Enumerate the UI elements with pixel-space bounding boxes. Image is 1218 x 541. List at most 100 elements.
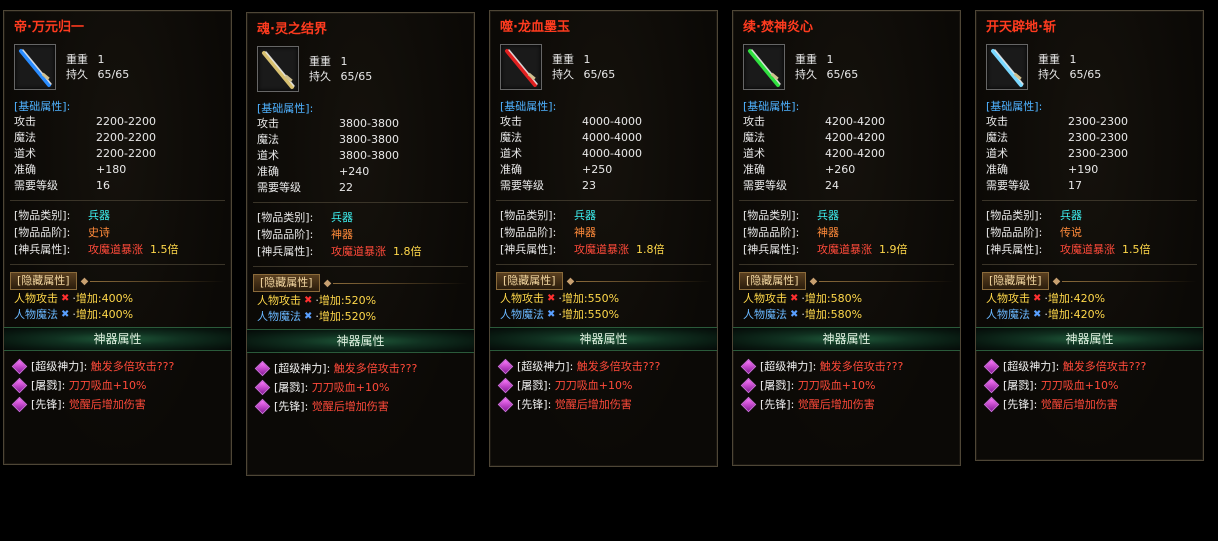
required-level-value: 23: [582, 179, 596, 192]
required-level-label: 需要等级: [986, 179, 1030, 192]
skill-name: [先锋]:: [31, 398, 66, 411]
magic-value: 2300-2300: [1068, 131, 1128, 144]
purple-gem-icon: [497, 396, 514, 413]
item-grade-value: 传说: [1060, 226, 1082, 239]
magic-label: 魔法: [257, 133, 279, 146]
purple-gem-icon: [497, 377, 514, 394]
purple-gem-icon: [11, 396, 28, 413]
attack-value: 3800-3800: [339, 117, 399, 130]
purple-gem-icon: [254, 398, 271, 415]
red-cross-icon: ✖: [304, 295, 313, 306]
item-grade-label: [物品品阶]:: [743, 226, 800, 239]
blue-cross-icon: ✖: [61, 309, 70, 320]
char-magic-label: 人物魔法: [14, 308, 58, 321]
item-icon-slot[interactable]: [14, 44, 56, 90]
item-icon-slot[interactable]: [743, 44, 785, 90]
golden-scythe-icon: [262, 51, 295, 89]
hidden-attributes-tag: [隐藏属性]: [496, 272, 563, 290]
ornament-line: [576, 280, 711, 282]
skill-desc: 触发多倍攻击???: [819, 360, 904, 373]
item-type-label: [物品类别]:: [986, 209, 1043, 222]
attack-label: 攻击: [986, 115, 1008, 128]
divine-attr-value: 攻魔道暴涨: [1060, 243, 1115, 256]
char-magic-label: 人物魔法: [743, 308, 787, 321]
purple-gem-icon: [740, 377, 757, 394]
hidden-attributes-tag: [隐藏属性]: [982, 272, 1049, 290]
blue-cross-icon: ✖: [304, 311, 313, 322]
skill-name: [屠戮]:: [517, 379, 552, 392]
required-level-label: 需要等级: [257, 181, 301, 194]
char-magic-increase: 550%: [587, 308, 620, 321]
item-icon-slot[interactable]: [257, 46, 299, 92]
blue-cross-icon: ✖: [547, 309, 556, 320]
attack-label: 攻击: [500, 115, 522, 128]
divider: [10, 264, 225, 265]
magic-label: 魔法: [500, 131, 522, 144]
required-level-value: 16: [96, 179, 110, 192]
tao-label: 道术: [743, 147, 765, 160]
ornament-icon: ◆: [809, 275, 818, 287]
blue-cross-icon: ✖: [790, 309, 799, 320]
divine-attr-label: [神兵属性]:: [257, 245, 314, 258]
skill-name: [超级神力]:: [760, 360, 817, 373]
skill-name: [超级神力]:: [31, 360, 88, 373]
magic-value: 4200-4200: [825, 131, 885, 144]
durability-label: 持久: [66, 68, 88, 81]
divine-attr-label: [神兵属性]:: [500, 243, 557, 256]
item-type-label: [物品类别]:: [257, 211, 314, 224]
skill-desc: 刀刀吸血+10%: [1040, 379, 1119, 392]
weight-value: 1: [826, 53, 834, 66]
skill-name: [先锋]:: [517, 398, 552, 411]
item-icon-slot[interactable]: [500, 44, 542, 90]
char-magic-increase: 520%: [344, 310, 377, 323]
attack-label: 攻击: [743, 115, 765, 128]
tao-value: 4200-4200: [825, 147, 885, 160]
durability-label: 持久: [552, 68, 574, 81]
base-attributes-header: [基础属性]:: [14, 100, 71, 113]
blue-cross-icon: ✖: [1033, 309, 1042, 320]
red-sword-icon: [505, 49, 538, 87]
skill-name: [超级神力]:: [517, 360, 574, 373]
ornament-icon: ◆: [566, 275, 575, 287]
accuracy-label: 准确: [743, 163, 765, 176]
tao-label: 道术: [986, 147, 1008, 160]
divine-attr-value: 攻魔道暴涨: [331, 245, 386, 258]
accuracy-label: 准确: [14, 163, 36, 176]
tao-label: 道术: [257, 149, 279, 162]
ornament-line: [1062, 280, 1197, 282]
divine-multiplier: 1.8倍: [636, 243, 665, 256]
item-grade-label: [物品品阶]:: [14, 226, 71, 239]
increase-label: 增加:: [561, 308, 588, 321]
divine-attr-value: 攻魔道暴涨: [574, 243, 629, 256]
char-magic-increase: 580%: [830, 308, 863, 321]
divine-attr-value: 攻魔道暴涨: [88, 243, 143, 256]
divine-multiplier: 1.8倍: [393, 245, 422, 258]
item-title: 帝·万元归一: [14, 20, 84, 35]
magic-value: 3800-3800: [339, 133, 399, 146]
skill-name: [屠戮]:: [760, 379, 795, 392]
skill-name: [屠戮]:: [1003, 379, 1038, 392]
char-attack-label: 人物攻击: [743, 292, 787, 305]
accuracy-label: 准确: [257, 165, 279, 178]
durability-value: 65/65: [1069, 68, 1102, 81]
divider: [982, 200, 1197, 201]
tao-value: 4000-4000: [582, 147, 642, 160]
weight-value: 1: [97, 53, 105, 66]
base-attributes-header: [基础属性]:: [743, 100, 800, 113]
magic-value: 2200-2200: [96, 131, 156, 144]
cyan-sword-icon: [991, 49, 1024, 87]
item-tooltip-card-3: 噬·龙血墨玉 重重 1 持久 65/65 [基础属性]: 攻击 4000-4000…: [489, 10, 718, 467]
purple-gem-icon: [983, 396, 1000, 413]
char-magic-label: 人物魔法: [986, 308, 1030, 321]
item-title: 魂·灵之结界: [257, 22, 327, 37]
item-icon-slot[interactable]: [986, 44, 1028, 90]
skill-desc: 触发多倍攻击???: [333, 362, 418, 375]
skill-desc: 觉醒后增加伤害: [311, 400, 389, 413]
purple-gem-icon: [497, 358, 514, 375]
artifact-attributes-banner: 神器属性: [490, 327, 717, 351]
base-attributes-header: [基础属性]:: [986, 100, 1043, 113]
accuracy-value: +250: [582, 163, 613, 176]
accuracy-label: 准确: [500, 163, 522, 176]
increase-label: 增加:: [75, 308, 102, 321]
item-type-value: 兵器: [88, 209, 110, 222]
